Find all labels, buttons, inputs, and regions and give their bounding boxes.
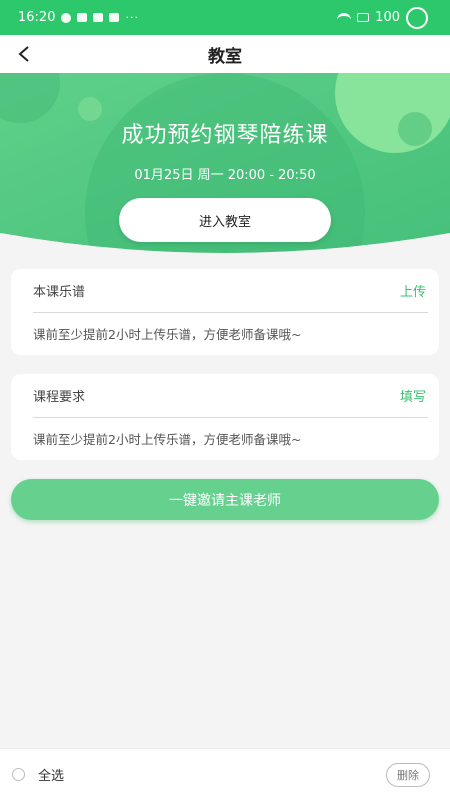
enter-classroom-button[interactable]: 进入教室 [119, 198, 331, 242]
fill-requirements-button[interactable]: 填写 [400, 386, 428, 405]
chevron-left-icon [18, 46, 29, 62]
sheet-music-card: 本课乐谱 上传 课前至少提前2小时上传乐谱，方便老师备课哦~ [11, 269, 439, 355]
nav-bar: 教室 [0, 35, 450, 73]
course-requirements-card: 课程要求 填写 课前至少提前2小时上传乐谱，方便老师备课哦~ [11, 374, 439, 460]
select-all-label: 全选 [38, 769, 65, 784]
sheet-music-card-header: 本课乐谱 上传 [33, 269, 428, 313]
chat-notification-icon [61, 12, 72, 23]
upload-sheet-music-button[interactable]: 上传 [400, 281, 428, 300]
battery-level: 100 [375, 10, 400, 25]
calendar-notification-icon [77, 13, 88, 22]
status-time: 16:20 [18, 10, 56, 25]
wifi-icon [337, 12, 352, 23]
status-right: 100 [337, 6, 428, 29]
delete-button[interactable]: 删除 [386, 762, 430, 787]
sheet-music-hint: 课前至少提前2小时上传乐谱，方便老师备课哦~ [33, 327, 302, 342]
sheet-music-label: 本课乐谱 [33, 285, 86, 300]
back-button[interactable] [10, 40, 38, 68]
select-all-radio[interactable] [12, 768, 25, 781]
booking-success-title: 成功预约钢琴陪练课 [121, 123, 329, 148]
tv-notification-icon [109, 13, 120, 22]
battery-icon [406, 6, 428, 29]
status-bar: 16:20 ··· 100 [0, 0, 450, 35]
course-requirements-card-header: 课程要求 填写 [33, 374, 428, 418]
course-requirements-hint: 课前至少提前2小时上传乐谱，方便老师备课哦~ [33, 432, 302, 447]
more-notifications-icon: ··· [125, 11, 139, 24]
page-title: 教室 [208, 46, 242, 67]
select-all-toggle[interactable]: 全选 [12, 765, 64, 784]
course-requirements-label: 课程要求 [33, 390, 86, 405]
booking-hero: 成功预约钢琴陪练课 01月25日 周一 20:00 - 20:50 进入教室 [0, 73, 450, 253]
lesson-schedule: 01月25日 周一 20:00 - 20:50 [134, 168, 316, 183]
mail-notification-icon [93, 13, 104, 22]
invite-main-teacher-button[interactable]: 一键邀请主课老师 [11, 479, 439, 520]
sim-icon [357, 13, 370, 22]
status-left: 16:20 ··· [18, 10, 139, 25]
bottom-action-bar: 全选 删除 [0, 748, 450, 800]
